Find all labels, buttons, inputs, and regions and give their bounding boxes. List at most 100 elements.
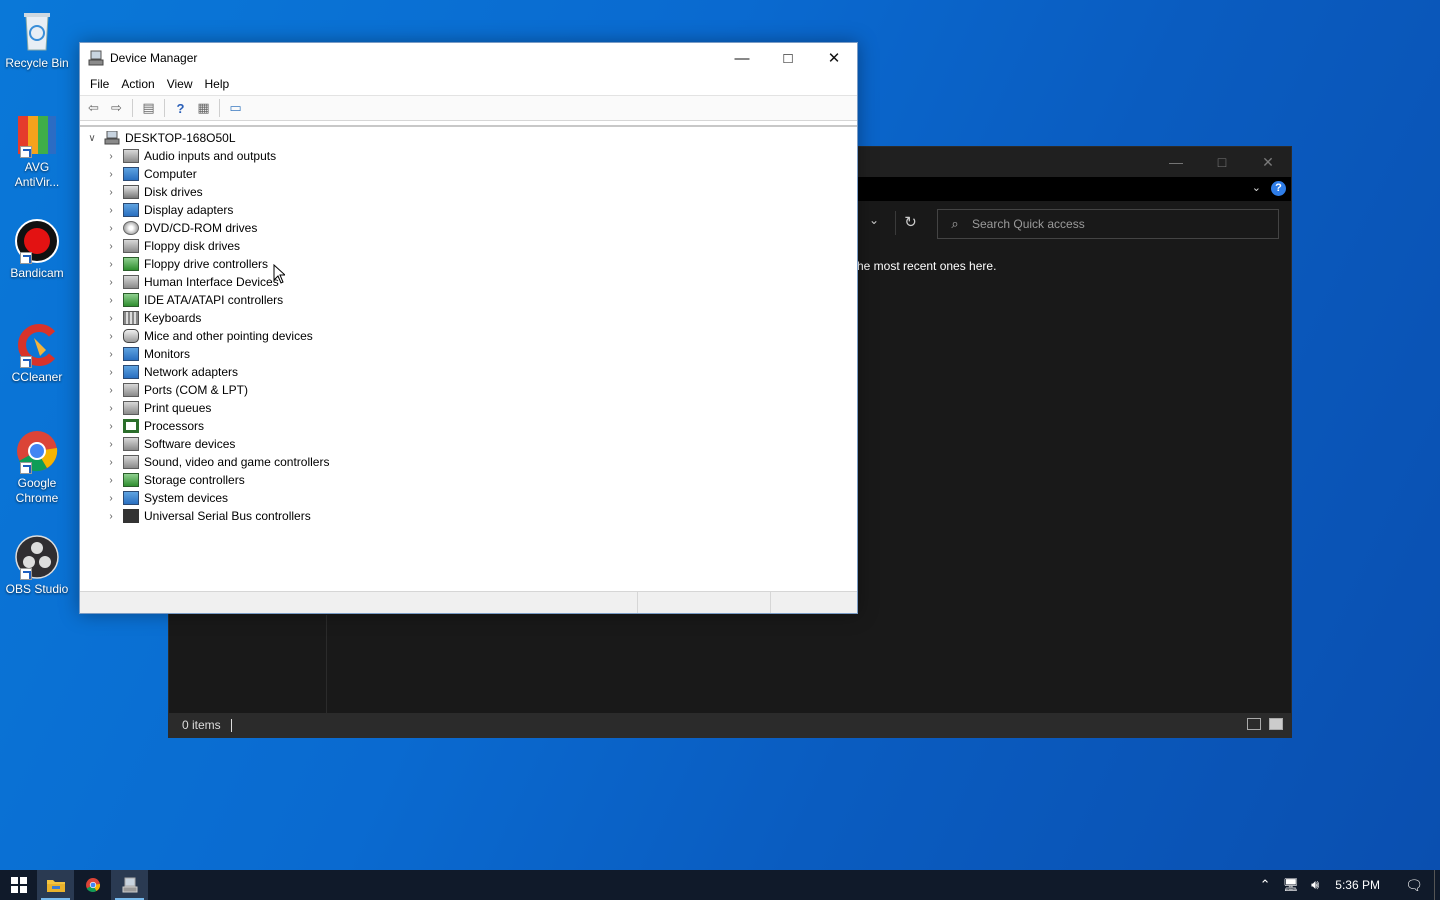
expand-chevron-icon[interactable]: › [105, 151, 117, 162]
expand-chevron-icon[interactable]: › [105, 421, 117, 432]
device-manager-icon [122, 877, 137, 893]
expand-chevron-icon[interactable]: › [105, 439, 117, 450]
taskbar-chrome[interactable] [74, 870, 111, 900]
computer-icon [104, 130, 120, 145]
action-center-icon[interactable]: 🗨︎ [1394, 877, 1434, 894]
expand-chevron-icon[interactable]: › [105, 277, 117, 288]
close-icon[interactable]: ✕ [811, 43, 857, 73]
usb-icon [123, 509, 139, 523]
device-category[interactable]: › Print queues [80, 399, 857, 417]
desktop-icon-ccleaner[interactable]: CCleaner [4, 322, 70, 385]
toolbar-separator [219, 99, 220, 117]
expand-chevron-icon[interactable]: › [105, 241, 117, 252]
menu-help[interactable]: Help [199, 77, 236, 91]
device-category[interactable]: › Disk drives [80, 183, 857, 201]
device-category[interactable]: › IDE ATA/ATAPI controllers [80, 291, 857, 309]
device-category[interactable]: › Software devices [80, 435, 857, 453]
maximize-icon[interactable]: □ [1199, 147, 1245, 177]
forward-arrow-icon[interactable]: ⇨ [107, 99, 126, 118]
search-input[interactable]: ⌕ Search Quick access [937, 209, 1279, 239]
device-category[interactable]: › Mice and other pointing devices [80, 327, 857, 345]
volume-icon[interactable]: 🔊︎ [1305, 877, 1325, 893]
search-placeholder: Search Quick access [972, 217, 1085, 231]
show-hidden-icons-chevron-icon[interactable]: ⌃ [1254, 877, 1277, 893]
close-icon[interactable]: ✕ [1245, 147, 1291, 177]
desktop-icon-label: AVG AntiVir... [14, 160, 60, 189]
printer-icon [123, 401, 139, 415]
address-dropdown-icon[interactable]: ⌄ [869, 213, 879, 227]
device-category[interactable]: › Computer [80, 165, 857, 183]
menu-action[interactable]: Action [115, 77, 160, 91]
desktop-icon-obs[interactable]: OBS Studio [4, 534, 70, 597]
expand-chevron-icon[interactable]: › [105, 511, 117, 522]
back-arrow-icon[interactable]: ⇦ [84, 99, 103, 118]
expand-chevron-icon[interactable]: › [105, 475, 117, 486]
device-category[interactable]: › System devices [80, 489, 857, 507]
start-button[interactable] [0, 870, 37, 900]
taskbar: ⌃ 🖥︎ 🔊︎ 5:36 PM 🗨︎ [0, 870, 1440, 900]
expand-chevron-icon[interactable]: › [105, 187, 117, 198]
expand-chevron-icon[interactable]: › [105, 313, 117, 324]
large-icons-view-icon[interactable] [1269, 718, 1283, 730]
expand-chevron-icon[interactable]: › [105, 385, 117, 396]
expand-chevron-icon[interactable]: › [105, 205, 117, 216]
maximize-icon[interactable]: □ [765, 43, 811, 73]
expand-chevron-icon[interactable]: › [105, 169, 117, 180]
minimize-icon[interactable]: — [1153, 147, 1199, 177]
device-category-label: Ports (COM & LPT) [144, 383, 249, 397]
properties-icon[interactable]: ▦ [194, 99, 213, 118]
device-category[interactable]: › Network adapters [80, 363, 857, 381]
expand-chevron-icon[interactable]: › [105, 331, 117, 342]
expand-chevron-icon[interactable]: › [105, 349, 117, 360]
ide-icon [123, 293, 139, 307]
tree-root[interactable]: ∨ DESKTOP-168O50L [80, 129, 857, 147]
help-icon[interactable]: ? [1271, 181, 1286, 196]
expand-chevron-icon[interactable]: › [105, 493, 117, 504]
device-category-label: Sound, video and game controllers [144, 455, 330, 469]
device-category[interactable]: › DVD/CD-ROM drives [80, 219, 857, 237]
menu-view[interactable]: View [161, 77, 199, 91]
expand-chevron-icon[interactable]: › [105, 295, 117, 306]
taskbar-file-explorer[interactable] [37, 870, 74, 900]
desktop-icon-bandicam[interactable]: Bandicam [4, 218, 70, 281]
device-category[interactable]: › Floppy drive controllers [80, 255, 857, 273]
minimize-icon[interactable]: — [719, 43, 765, 73]
network-icon[interactable]: 🖥︎ [1277, 877, 1306, 893]
device-category[interactable]: › Ports (COM & LPT) [80, 381, 857, 399]
device-category[interactable]: › Processors [80, 417, 857, 435]
scan-hardware-changes-icon[interactable]: ▭ [226, 99, 245, 118]
expand-chevron-icon[interactable]: › [105, 403, 117, 414]
device-category[interactable]: › Universal Serial Bus controllers [80, 507, 857, 525]
device-category[interactable]: › Storage controllers [80, 471, 857, 489]
device-manager-window[interactable]: Device Manager — □ ✕ File Action View He… [79, 42, 858, 614]
desktop-icon-chrome[interactable]: Google Chrome [4, 428, 70, 506]
device-category[interactable]: › Monitors [80, 345, 857, 363]
device-category[interactable]: › Keyboards [80, 309, 857, 327]
device-category[interactable]: › Floppy disk drives [80, 237, 857, 255]
expand-chevron-icon[interactable]: › [105, 259, 117, 270]
desktop-icon-recycle-bin[interactable]: Recycle Bin [4, 8, 70, 71]
help-icon[interactable]: ? [171, 99, 190, 118]
show-desktop-button[interactable] [1434, 870, 1440, 900]
expand-chevron-icon[interactable]: › [105, 367, 117, 378]
device-tree[interactable]: ∨ DESKTOP-168O50L › Audio inputs and outp… [80, 125, 857, 589]
details-view-icon[interactable] [1247, 718, 1261, 730]
network-icon [123, 365, 139, 379]
refresh-icon[interactable]: ↻ [895, 211, 925, 235]
collapse-chevron-icon[interactable]: ∨ [86, 133, 98, 144]
expand-chevron-icon[interactable]: › [105, 223, 117, 234]
show-hide-console-tree-icon[interactable]: ▤ [139, 99, 158, 118]
device-category[interactable]: › Audio inputs and outputs [80, 147, 857, 165]
device-category[interactable]: › Human Interface Devices [80, 273, 857, 291]
menu-file[interactable]: File [84, 77, 115, 91]
ribbon-expand-icon[interactable]: ⌄ [1252, 181, 1261, 194]
device-category[interactable]: › Sound, video and game controllers [80, 453, 857, 471]
device-category-label: Print queues [144, 401, 212, 415]
desktop-icon-avg[interactable]: AVG AntiVir... [4, 112, 70, 190]
device-category[interactable]: › Display adapters [80, 201, 857, 219]
navigation-pane[interactable] [169, 615, 327, 715]
taskbar-device-manager[interactable] [111, 870, 148, 900]
device-manager-title-bar[interactable]: Device Manager — □ ✕ [80, 43, 857, 73]
expand-chevron-icon[interactable]: › [105, 457, 117, 468]
clock[interactable]: 5:36 PM [1325, 878, 1394, 892]
